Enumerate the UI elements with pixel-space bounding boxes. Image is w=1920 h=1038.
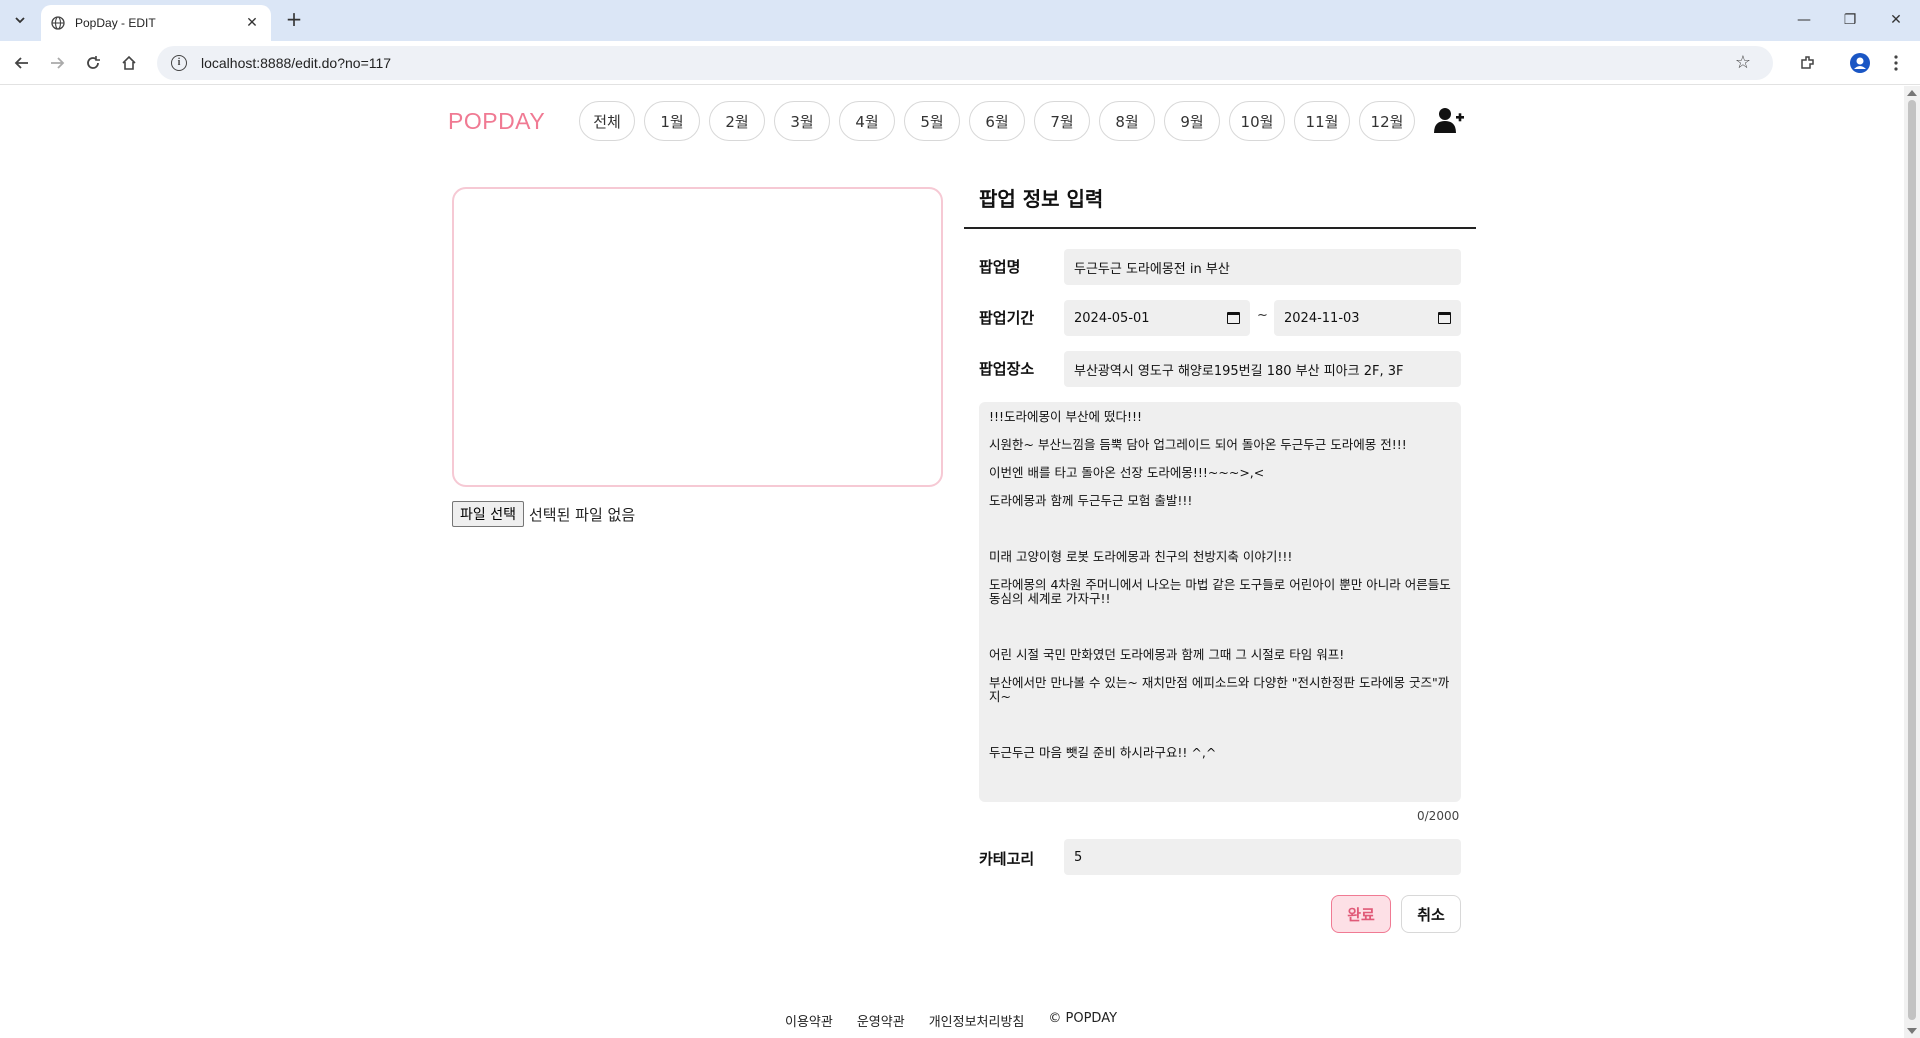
add-user-icon[interactable] [1434,106,1464,134]
calendar-icon[interactable] [1438,312,1451,324]
end-date-value: 2024-11-03 [1284,310,1360,326]
description-line [989,620,1451,634]
month-pill-2[interactable]: 2월 [709,101,765,141]
cancel-button[interactable]: 취소 [1401,895,1461,933]
end-date-input[interactable]: 2024-11-03 [1274,300,1461,336]
bookmark-star-icon[interactable]: ☆ [1735,52,1751,73]
month-pill-5[interactable]: 5월 [904,101,960,141]
footer-link-privacy[interactable]: 개인정보처리방침 [929,1011,1025,1030]
back-icon[interactable] [10,51,34,75]
extensions-icon[interactable] [1796,51,1820,75]
scroll-thumb[interactable] [1908,100,1916,1020]
scroll-up-icon[interactable] [1907,90,1917,96]
month-pill-7[interactable]: 7월 [1034,101,1090,141]
description-textarea[interactable]: !!!도라에몽이 부산에 떴다!!! 시원한~ 부산느낌을 듬뿍 담아 업그레이… [979,402,1461,802]
month-pill-8[interactable]: 8월 [1099,101,1155,141]
month-pill-12[interactable]: 12월 [1359,101,1415,141]
image-preview-area [452,187,943,487]
site-logo[interactable]: POPDAY [448,108,545,135]
browser-toolbar: i localhost:8888/edit.do?no=117 ☆ [0,41,1920,85]
period-label: 팝업기간 [979,309,1035,327]
browser-tabstrip: PopDay - EDIT ✕ + — ❐ ✕ [0,0,1920,41]
date-separator: ~ [1257,308,1268,323]
month-pill-10[interactable]: 10월 [1229,101,1285,141]
category-label: 카테고리 [979,850,1035,868]
home-icon[interactable] [117,51,141,75]
page-scrollbar[interactable] [1904,86,1920,1038]
month-pill-9[interactable]: 9월 [1164,101,1220,141]
reload-icon[interactable] [81,51,105,75]
tab-search-chevron-icon[interactable] [8,8,32,32]
close-window-icon[interactable]: ✕ [1884,8,1908,32]
footer-link-terms[interactable]: 이용약관 [785,1011,833,1030]
site-info-icon[interactable]: i [171,55,187,71]
file-status-text: 선택된 파일 없음 [528,505,636,524]
done-button[interactable]: 완료 [1331,895,1391,933]
forward-icon[interactable] [45,51,69,75]
char-counter: 0/2000 [1417,809,1460,823]
profile-avatar-icon[interactable] [1848,51,1872,75]
calendar-icon[interactable] [1227,312,1240,324]
place-label: 팝업장소 [979,360,1035,378]
description-line: 두근두근 마음 뺏길 준비 하시라구요!! ^,^ [989,745,1217,760]
month-pill-3[interactable]: 3월 [774,101,830,141]
close-tab-icon[interactable]: ✕ [243,15,261,31]
browser-tab[interactable]: PopDay - EDIT ✕ [41,5,271,41]
description-line: !!!도라에몽이 부산에 떴다!!! [989,409,1143,424]
start-date-input[interactable]: 2024-05-01 [1064,300,1250,336]
footer-copyright: © POPDAY [1048,1011,1118,1026]
month-filter-nav: 전체 1월 2월 3월 4월 5월 6월 7월 8월 9월 10월 11월 12… [579,101,1415,141]
category-input[interactable]: 5 [1064,839,1461,875]
file-upload-row: 파일 선택 선택된 파일 없음 [452,501,635,527]
description-line: 도라에몽의 4차원 주머니에서 나오는 마법 같은 도구들로 어린아이 뿐만 아… [989,577,1455,606]
new-tab-icon[interactable]: + [282,8,306,32]
description-line: 미래 고양이형 로봇 도라에몽과 친구의 천방지축 이야기!!! [989,549,1293,564]
description-line [989,522,1451,536]
restore-icon[interactable]: ❐ [1838,8,1862,32]
description-line: 시원한~ 부산느낌을 듬뿍 담아 업그레이드 되어 돌아온 두근두근 도라에몽 … [989,437,1407,452]
month-pill-4[interactable]: 4월 [839,101,895,141]
description-line: 부산에서만 만나볼 수 있는~ 재치만점 에피소드와 다양한 "전시한정판 도라… [989,675,1450,704]
scroll-down-icon[interactable] [1907,1028,1917,1034]
popup-place-input[interactable]: 부산광역시 영도구 해양로195번길 180 부산 피아크 2F, 3F [1064,351,1461,387]
url-text: localhost:8888/edit.do?no=117 [201,55,392,71]
start-date-value: 2024-05-01 [1074,310,1150,326]
description-line: 이번엔 배를 타고 돌아온 선장 도라에몽!!!~~~>,< [989,465,1265,480]
file-select-button[interactable]: 파일 선택 [452,501,524,527]
form-title: 팝업 정보 입력 [979,187,1104,211]
footer-link-operation[interactable]: 운영약관 [857,1011,905,1030]
form-divider [964,227,1476,229]
name-label: 팝업명 [979,258,1021,276]
tab-title: PopDay - EDIT [75,16,156,30]
month-pill-6[interactable]: 6월 [969,101,1025,141]
month-pill-11[interactable]: 11월 [1294,101,1350,141]
description-line: 어린 시절 국민 만화였던 도라에몽과 함께 그때 그 시절로 타임 워프! [989,647,1345,662]
description-line: 도라에몽과 함께 두근두근 모험 출발!!! [989,493,1193,508]
popup-name-input[interactable]: 두근두근 도라에몽전 in 부산 [1064,249,1461,285]
description-line [989,718,1451,732]
minimize-icon[interactable]: — [1792,8,1816,32]
globe-icon [51,16,65,30]
menu-kebab-icon[interactable] [1884,51,1908,75]
site-footer: 이용약관 운영약관 개인정보처리방침 © POPDAY [785,1011,1117,1030]
month-pill-all[interactable]: 전체 [579,101,635,141]
month-pill-1[interactable]: 1월 [644,101,700,141]
address-bar[interactable]: i localhost:8888/edit.do?no=117 ☆ [157,46,1773,80]
